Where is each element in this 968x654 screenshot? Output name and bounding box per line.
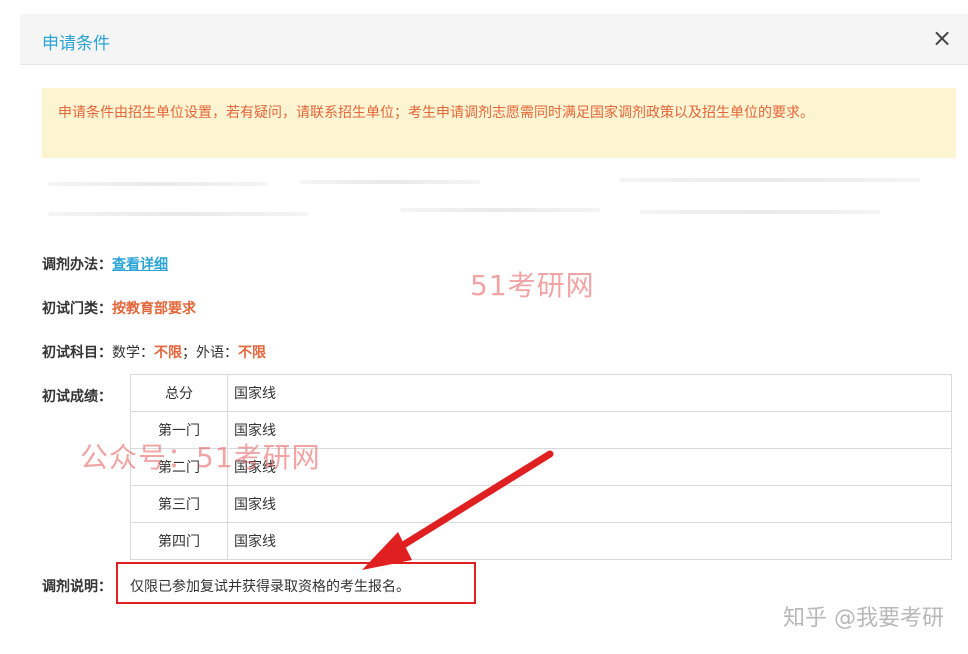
annotation-arrow-icon (362, 450, 554, 570)
